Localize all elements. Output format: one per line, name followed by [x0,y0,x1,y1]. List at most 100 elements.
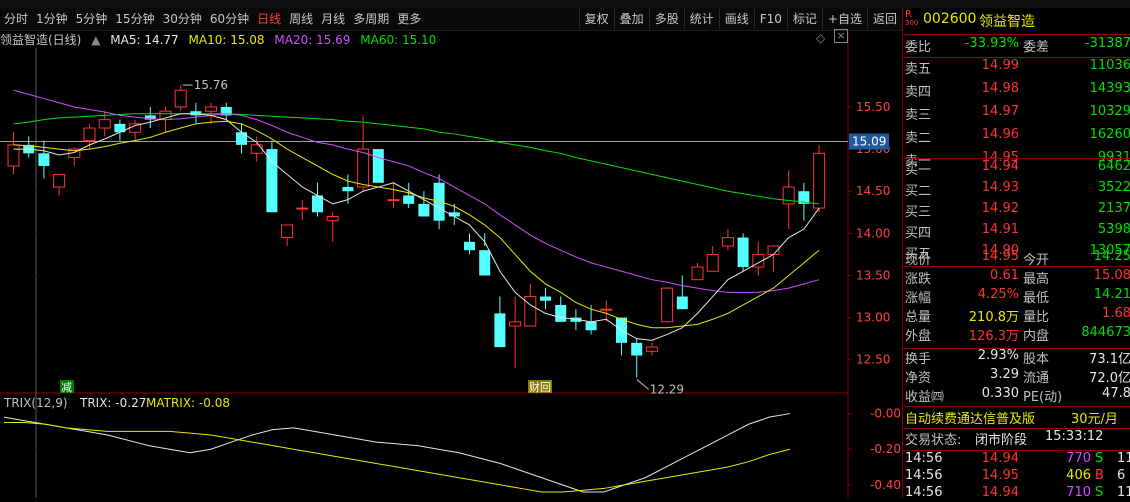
stat-value-2: 14.25 [1093,249,1130,264]
matrix-line [4,421,791,493]
bid-row: 买四 14.91 5398 [903,222,1130,243]
status-label: 交易状态: [905,433,962,448]
candle-body [479,250,491,276]
candle-body [387,199,400,202]
close-icon[interactable]: × [834,29,848,43]
collapse-icon[interactable]: ▲ [91,33,100,47]
fund-label: 净资 [905,371,932,386]
indicator-tick-label: -0.40 [870,478,901,492]
indicator-tick-label: -0.20 [870,442,901,456]
low-label: 12.29 [650,382,684,396]
candle-body [464,241,475,251]
candle-body [38,153,50,166]
high-label: 15.76 [194,78,228,92]
candle-body [83,127,96,142]
stat-value-2: 844673 [1081,325,1130,340]
ask-row: 卖四 14.98 14393 [903,81,1130,102]
stat-row: 外盘 126.3万 内盘 844673 [903,325,1130,346]
bid-volume: 2137 [1097,201,1130,216]
stat-label-2: 内盘 [1023,329,1050,344]
bid-label: 买一 [905,163,932,178]
candle-body [600,308,613,311]
y-tick-label: 14.50 [856,184,890,198]
status-row: 交易状态: 闭市阶段 15:33:12 [903,429,1130,450]
stat-value: 14.95 [981,249,1019,264]
stat-row: 涨幅 4.25% 最低 14.21 [903,287,1130,308]
stat-label: 涨幅 [905,291,932,306]
tick-row: 14:56 14.95 406 B 6 [903,468,1130,485]
trix-line [3,413,791,493]
candle-body [540,296,551,301]
stat-label-2: 最低 [1023,291,1050,306]
stat-value-2: 15.08 [1093,268,1130,283]
ask-label: 卖二 [905,131,932,146]
ma10-line [13,120,820,329]
fund-row: 换手 2.93% 股本 73.1亿 [903,348,1130,369]
candle-body [813,152,826,209]
current-price-tag: 15.09 [852,135,886,149]
fund-row: 净资 3.29 流通 72.0亿 [903,367,1130,388]
stat-row: 总量 210.8万 量比 1.68 [903,306,1130,327]
fund-value-2: 47.8 [1102,386,1130,401]
stock-code: 002600 [923,11,977,27]
ask-label: 卖三 [905,108,932,123]
tick-side: B [1095,468,1104,483]
candle-body [205,106,218,112]
divider [903,34,1130,35]
candle-body [737,237,749,268]
fund-label-2: 流通 [1023,371,1050,386]
stat-value: 4.25% [977,287,1019,302]
ad-banner[interactable]: 自动续费通达信普及版 30元/月 [903,407,1130,428]
stat-value-2: 14.21 [1093,287,1130,302]
candle-body [296,207,309,210]
status-value: 闭市阶段 [975,433,1028,448]
tick-count: 11 [1117,451,1130,466]
tick-row: 14:56 14.94 710 S 11 [903,485,1130,502]
bid-volume: 3522 [1097,180,1130,195]
candle-body [357,148,370,188]
tick-row: 14:56 14.94 770 S 11 [903,451,1130,468]
tick-volume: 406 [1066,468,1091,483]
ma-legend: 领益智造(日线) ▲ MA5: 14.77 MA10: 15.08 MA20: … [0,31,442,47]
rating-badge: R 300 [905,10,921,28]
ad-price: 30元/月 [1071,412,1118,427]
candle-body [403,195,415,204]
candle-body [676,296,688,310]
stat-label: 现价 [905,253,932,268]
candle-body [281,224,294,239]
ask-price: 14.97 [981,104,1019,119]
stock-name: 领益智造 [979,14,1035,30]
bid-volume: 5398 [1097,222,1130,237]
matrix-value: MATRIX: -0.08 [146,396,230,410]
stat-label-2: 今开 [1023,253,1050,268]
ask-row: 卖五 14.99 11036 [903,58,1130,79]
diamond-icon[interactable]: ◇ [816,31,825,45]
candle-body [236,132,247,145]
tick-price: 14.95 [981,468,1019,483]
candle-body [494,313,506,348]
kline-chart[interactable]: 15.5015.0014.5014.0013.5013.0012.5015.09… [0,0,902,498]
trix-value: TRIX: -0.27 [79,396,146,410]
candle-body [509,321,522,327]
fund-value: 3.29 [990,367,1019,382]
ask-volume: 14393 [1089,81,1130,96]
ma5-line [13,113,820,341]
stat-value: 0.61 [990,268,1019,283]
badge-sub: 300 [905,19,919,27]
y-tick-label: 13.00 [856,311,890,325]
bid-price: 14.94 [981,159,1019,174]
weicha-value: -31387 [1084,36,1130,51]
bid-label: 买四 [905,226,932,241]
ask-volume: 11036 [1089,58,1130,73]
weibi-row: 委比 -33.93% 委差 -31387 [903,36,1130,57]
bid-label: 买三 [905,205,932,220]
fund-label: 换手 [905,352,932,367]
ask-label: 卖四 [905,85,932,100]
indicator-name: TRIX(12,9) [3,396,68,410]
fund-value: 0.330 [981,386,1019,401]
bid-row: 买一 14.94 6462 [903,159,1130,180]
ask-volume: 16260 [1089,127,1130,142]
stat-label: 外盘 [905,329,932,344]
candle-body [7,144,20,167]
stat-value-2: 1.68 [1102,306,1130,321]
